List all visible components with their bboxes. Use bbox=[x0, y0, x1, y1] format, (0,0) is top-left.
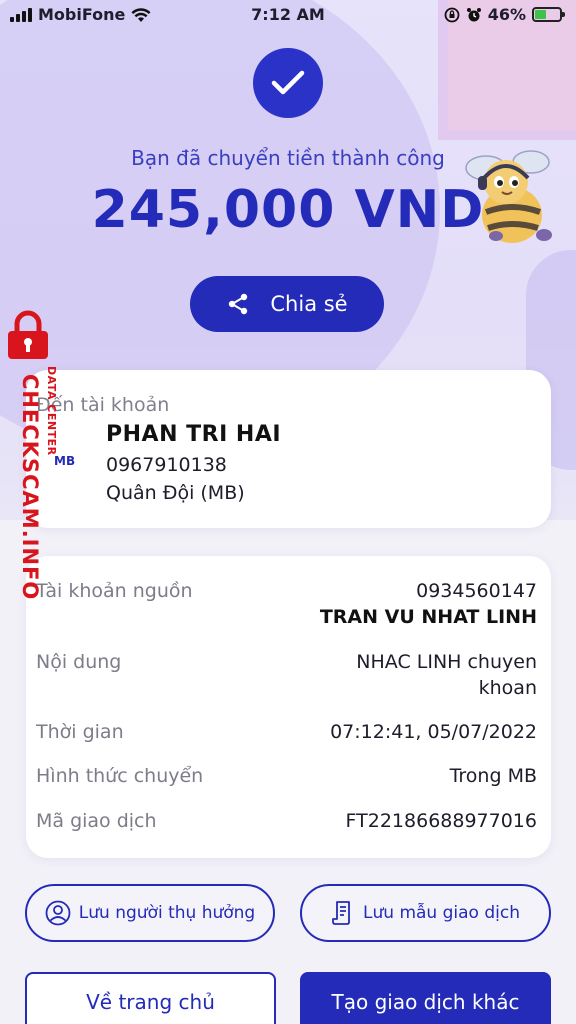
new-transaction-label: Tạo giao dịch khác bbox=[331, 990, 520, 1014]
save-template-button[interactable]: Lưu mẫu giao dịch bbox=[300, 884, 551, 942]
home-button[interactable]: Về trang chủ bbox=[25, 972, 276, 1024]
battery-percent: 46% bbox=[487, 5, 526, 24]
watermark: CHECKSCAM.INFO DATA CENTER bbox=[2, 310, 62, 600]
recipient-account: 0967910138 bbox=[106, 454, 227, 476]
source-account-name: TRAN VU NHAT LINH bbox=[319, 606, 537, 628]
home-label: Về trang chủ bbox=[86, 990, 215, 1014]
share-icon bbox=[229, 293, 248, 315]
recipient-bank: Quân Đội (MB) bbox=[106, 482, 245, 504]
transaction-details-card: Tài khoản nguồn 0934560147 TRAN VU NHAT … bbox=[26, 556, 551, 858]
content-label: Nội dung bbox=[36, 651, 122, 673]
battery-icon bbox=[532, 7, 565, 22]
user-icon bbox=[45, 900, 71, 926]
transaction-id-label: Mã giao dịch bbox=[36, 810, 157, 832]
status-bar: MobiFone 7:12 AM 46% bbox=[0, 0, 576, 30]
destination-card: Đến tài khoản MB PHAN TRI HAI 0967910138… bbox=[26, 370, 551, 528]
source-account-value: 0934560147 bbox=[416, 580, 537, 602]
recipient-name: PHAN TRI HAI bbox=[106, 422, 282, 447]
lock-icon bbox=[8, 310, 48, 359]
save-template-label: Lưu mẫu giao dịch bbox=[363, 903, 520, 923]
transaction-id-value: FT22186688977016 bbox=[345, 810, 537, 832]
time-label: Thời gian bbox=[36, 721, 124, 743]
save-recipient-label: Lưu người thụ hưởng bbox=[78, 903, 256, 923]
time-value: 07:12:41, 05/07/2022 bbox=[330, 721, 537, 743]
new-transaction-button[interactable]: Tạo giao dịch khác bbox=[300, 972, 551, 1024]
method-value: Trong MB bbox=[449, 765, 537, 787]
alarm-icon bbox=[466, 7, 481, 21]
watermark-text: CHECKSCAM.INFO bbox=[18, 374, 42, 601]
bee-mascot-icon bbox=[465, 150, 552, 243]
document-icon bbox=[332, 901, 350, 925]
share-label: Chia sẻ bbox=[270, 292, 348, 316]
content-value-line1: NHAC LINH chuyen bbox=[356, 651, 537, 673]
content-value-line2: khoan bbox=[478, 677, 537, 699]
status-right: 46% bbox=[444, 5, 565, 24]
battery-fill bbox=[535, 10, 547, 19]
watermark-subtext: DATA CENTER bbox=[45, 366, 58, 456]
share-button[interactable]: Chia sẻ bbox=[190, 276, 384, 332]
save-recipient-button[interactable]: Lưu người thụ hưởng bbox=[25, 884, 275, 942]
orientation-lock-icon bbox=[444, 7, 460, 22]
checkmark-icon bbox=[253, 48, 323, 118]
method-label: Hình thức chuyển bbox=[36, 765, 204, 787]
